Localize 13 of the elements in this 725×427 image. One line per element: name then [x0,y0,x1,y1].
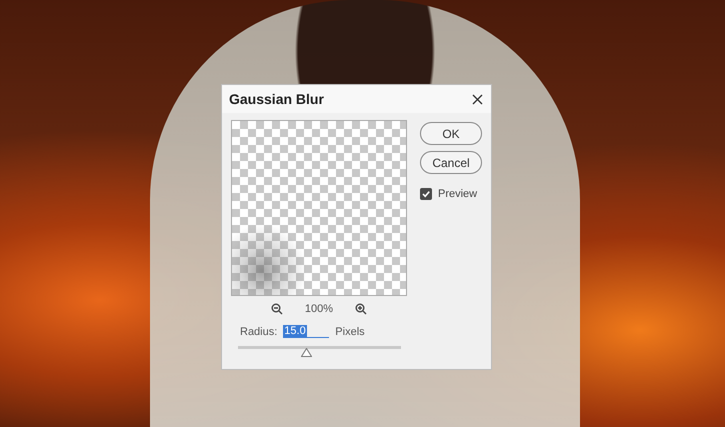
dialog-title: Gaussian Blur [229,91,324,107]
radius-label: Radius: [240,326,278,338]
preview-checkbox[interactable] [420,188,432,200]
zoom-in-icon[interactable] [355,303,368,315]
radius-field[interactable]: 15.0 [283,325,330,338]
ok-button[interactable]: OK [420,122,482,145]
cancel-button[interactable]: Cancel [420,151,482,174]
zoom-level: 100% [304,303,334,315]
slider-thumb[interactable] [301,348,312,357]
checkbox-label: Preview [438,188,478,200]
zoom-out-icon[interactable] [270,303,283,315]
close-icon[interactable] [472,94,483,104]
unit-label: Pixels [335,326,365,338]
